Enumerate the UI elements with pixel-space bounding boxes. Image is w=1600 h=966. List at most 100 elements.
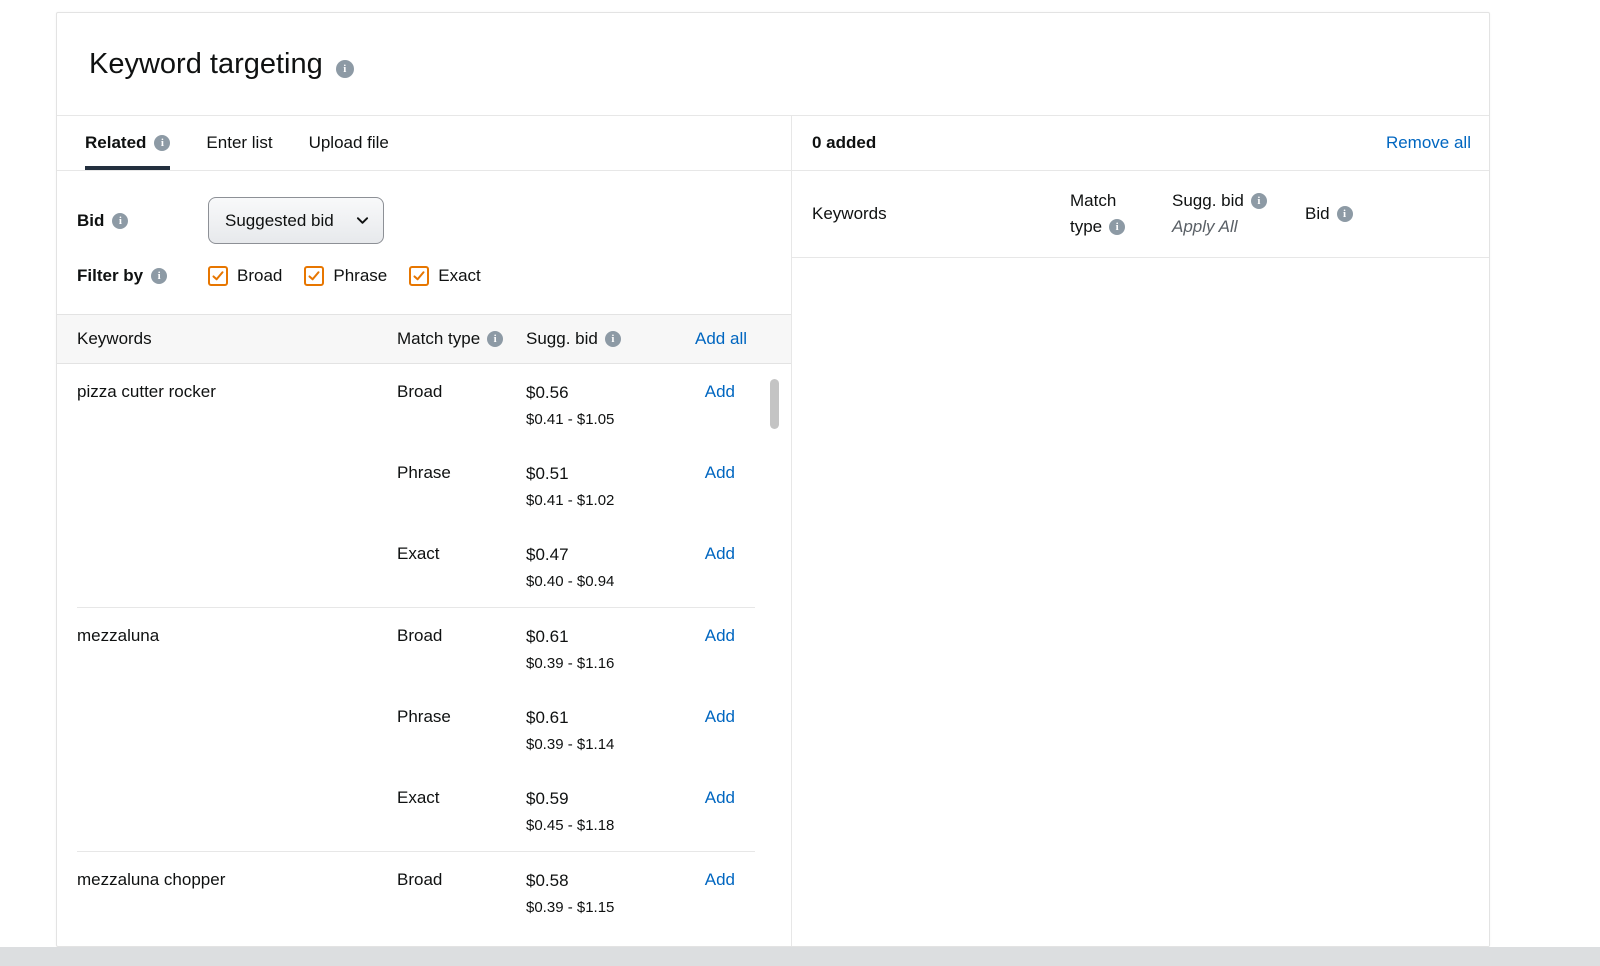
- suggested-bid-dropdown[interactable]: Suggested bid: [208, 197, 384, 244]
- bid-options: Broad $0.58 $0.39 - $1.15 Add: [397, 852, 755, 933]
- info-icon[interactable]: i: [1337, 206, 1353, 222]
- info-icon[interactable]: i: [1251, 193, 1267, 209]
- scrollbar-thumb[interactable]: [770, 379, 779, 429]
- bid-label: Bid i: [77, 211, 208, 231]
- add-keyword-link[interactable]: Add: [685, 382, 755, 402]
- bid-option-row: Exact $0.59 $0.45 - $1.18 Add: [397, 770, 755, 851]
- suggested-bid-value: $0.51: [526, 463, 685, 485]
- keyword-source-panel: Related i Enter list Upload file Bid i: [57, 116, 792, 946]
- suggested-bid-range: $0.45 - $1.18: [526, 817, 685, 835]
- add-keyword-link[interactable]: Add: [685, 626, 755, 646]
- keyword-table-body: pizza cutter rocker Broad $0.56 $0.41 - …: [57, 364, 791, 946]
- bid-cell: $0.58 $0.39 - $1.15: [526, 870, 685, 917]
- add-keyword-link[interactable]: Add: [685, 870, 755, 890]
- card-body: Related i Enter list Upload file Bid i: [57, 116, 1489, 946]
- bid-cell: $0.56 $0.41 - $1.05: [526, 382, 685, 429]
- added-match-type-line2: type: [1070, 214, 1102, 240]
- add-keyword-link[interactable]: Add: [685, 463, 755, 483]
- add-keyword-link[interactable]: Add: [685, 788, 755, 808]
- add-keyword-link[interactable]: Add: [685, 707, 755, 727]
- added-sugg-bid-column-header: Sugg. bid i Apply All: [1172, 188, 1305, 240]
- added-sugg-bid-text: Sugg. bid: [1172, 188, 1244, 214]
- tab-enter-list[interactable]: Enter list: [206, 116, 272, 170]
- suggested-bid-range: $0.41 - $1.05: [526, 411, 685, 429]
- suggested-bid-value: $0.56: [526, 382, 685, 404]
- info-icon[interactable]: i: [487, 331, 503, 347]
- keyword-targeting-card: Keyword targeting i Related i Enter list…: [56, 12, 1490, 947]
- tab-related[interactable]: Related i: [85, 116, 170, 170]
- suggested-bid-value: $0.61: [526, 707, 685, 729]
- match-type-column-header-text: Match type: [397, 329, 480, 349]
- info-icon[interactable]: i: [1109, 219, 1125, 235]
- sugg-bid-column-header: Sugg. bid i: [526, 329, 695, 349]
- suggested-bid-range: $0.39 - $1.16: [526, 655, 685, 673]
- bid-option-row: Exact $0.47 $0.40 - $0.94 Add: [397, 526, 755, 607]
- keywords-column-header: Keywords: [77, 329, 397, 349]
- added-bid-text: Bid: [1305, 204, 1330, 224]
- match-type-cell: Exact: [397, 788, 526, 808]
- suggested-bid-value: $0.59: [526, 788, 685, 810]
- info-icon[interactable]: i: [605, 331, 621, 347]
- bid-option-row: Phrase $0.51 $0.41 - $1.02 Add: [397, 445, 755, 526]
- bid-cell: $0.51 $0.41 - $1.02: [526, 463, 685, 510]
- apply-all-label: Apply All: [1172, 214, 1305, 240]
- checkbox-checked-icon: [208, 266, 228, 286]
- suggested-bid-range: $0.39 - $1.14: [526, 736, 685, 754]
- add-keyword-link[interactable]: Add: [685, 544, 755, 564]
- filter-by-label: Filter by i: [77, 266, 208, 286]
- table-row: mezzaluna Broad $0.61 $0.39 - $1.16 Add: [77, 608, 755, 852]
- page: Keyword targeting i Related i Enter list…: [0, 0, 1600, 966]
- suggested-bid-range: $0.40 - $0.94: [526, 573, 685, 591]
- tab-related-label: Related: [85, 133, 146, 153]
- added-table-header: Keywords Match type i Sugg. bid i A: [792, 171, 1489, 258]
- filter-checkbox-label: Broad: [237, 266, 282, 286]
- table-row: pizza cutter rocker Broad $0.56 $0.41 - …: [77, 364, 755, 608]
- filter-checkbox-broad[interactable]: Broad: [208, 266, 282, 286]
- added-keywords-empty-area: [792, 258, 1489, 946]
- card-header: Keyword targeting i: [57, 13, 1489, 116]
- info-icon[interactable]: i: [112, 213, 128, 229]
- added-keywords-panel: 0 added Remove all Keywords Match type i: [792, 116, 1489, 946]
- bid-options: Broad $0.56 $0.41 - $1.05 Add Phrase: [397, 364, 755, 607]
- keyword-cell: mezzaluna chopper: [77, 852, 397, 933]
- info-icon[interactable]: i: [336, 60, 354, 78]
- added-match-type-line1: Match: [1070, 188, 1172, 214]
- filter-checkbox-label: Exact: [438, 266, 481, 286]
- filter-checkbox-exact[interactable]: Exact: [409, 266, 481, 286]
- tab-upload-file-label: Upload file: [309, 133, 389, 153]
- suggested-bid-range: $0.41 - $1.02: [526, 492, 685, 510]
- checkbox-checked-icon: [409, 266, 429, 286]
- tab-upload-file[interactable]: Upload file: [309, 116, 389, 170]
- info-icon[interactable]: i: [151, 268, 167, 284]
- suggested-bid-value: $0.47: [526, 544, 685, 566]
- suggested-bid-range: $0.39 - $1.15: [526, 899, 685, 917]
- suggested-bid-value: $0.61: [526, 626, 685, 648]
- remove-all-link[interactable]: Remove all: [1386, 133, 1471, 153]
- add-all-link[interactable]: Add all: [695, 329, 747, 349]
- filter-checkbox-label: Phrase: [333, 266, 387, 286]
- added-bid-column-header: Bid i: [1305, 204, 1471, 224]
- sugg-bid-column-header-text: Sugg. bid: [526, 329, 598, 349]
- tab-bar: Related i Enter list Upload file: [57, 116, 791, 171]
- keyword-cell: mezzaluna: [77, 608, 397, 851]
- suggested-bid-dropdown-value: Suggested bid: [225, 211, 334, 231]
- filter-checkbox-phrase[interactable]: Phrase: [304, 266, 387, 286]
- table-row: mezzaluna chopper Broad $0.58 $0.39 - $1…: [77, 852, 755, 933]
- match-type-cell: Phrase: [397, 707, 526, 727]
- match-type-cell: Broad: [397, 626, 526, 646]
- info-icon[interactable]: i: [154, 135, 170, 151]
- suggested-bid-value: $0.58: [526, 870, 685, 892]
- bid-cell: $0.61 $0.39 - $1.16: [526, 626, 685, 673]
- match-type-cell: Exact: [397, 544, 526, 564]
- added-match-type-column-header: Match type i: [1070, 188, 1172, 240]
- added-keywords-column-header: Keywords: [812, 204, 1070, 224]
- bid-cell: $0.47 $0.40 - $0.94: [526, 544, 685, 591]
- keyword-cell: pizza cutter rocker: [77, 364, 397, 607]
- added-panel-header: 0 added Remove all: [792, 116, 1489, 171]
- match-type-cell: Broad: [397, 870, 526, 890]
- tab-enter-list-label: Enter list: [206, 133, 272, 153]
- bid-option-row: Broad $0.56 $0.41 - $1.05 Add: [397, 364, 755, 445]
- match-type-cell: Phrase: [397, 463, 526, 483]
- match-type-filter-group: Broad Phrase Exact: [208, 266, 481, 286]
- bid-option-row: Broad $0.58 $0.39 - $1.15 Add: [397, 852, 755, 933]
